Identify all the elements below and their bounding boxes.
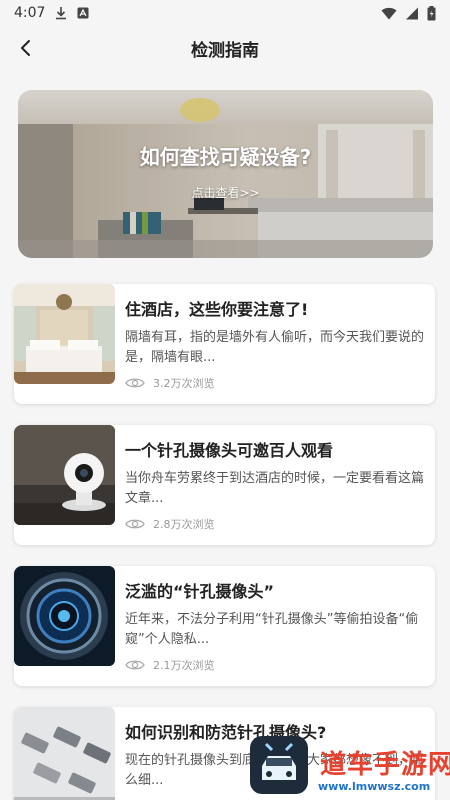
article-thumbnail [14,284,115,384]
watermark-brand: 道车手游网 [320,750,450,780]
article-title: 一个针孔摄像头可邀百人观看 [125,441,334,460]
signal-icon [405,7,419,20]
eye-icon [125,519,145,529]
view-count: 2.1万次浏览 [125,657,215,673]
wifi-icon [381,7,397,20]
guide-banner[interactable]: 如何查找可疑设备? 点击查看>> [18,90,433,258]
page-title: 检测指南 [191,40,259,61]
article-card[interactable]: 泛滥的“针孔摄像头” 近年来，不法分子利用“针孔摄像头”等偷拍设备“偷窥”个人隐… [14,566,435,686]
view-count-text: 2.1万次浏览 [153,659,215,672]
app-notification-icon [77,7,89,19]
article-thumbnail [14,425,115,525]
security-camera-photo [14,425,115,525]
article-summary: 近年来，不法分子利用“针孔摄像头”等偷拍设备“偷窥”个人隐私... [125,612,419,647]
article-card[interactable]: 住酒店，这些你要注意了! 隔墙有耳，指的是墙外有人偷听，而今天我们要说的是，隔墙… [14,284,435,404]
eye-icon [125,660,145,670]
cctv-cameras-photo [14,707,115,800]
watermark-logo-icon [250,736,308,794]
article-title: 住酒店，这些你要注意了! [125,300,309,319]
view-count-text: 3.2万次浏览 [153,377,215,390]
article-title: 泛滥的“针孔摄像头” [125,582,275,601]
article-summary: 当你舟车劳累终于到达酒店的时候，一定要看看这篇文章... [125,471,425,506]
battery-icon [427,5,436,21]
banner-text: 如何查找可疑设备? 点击查看>> [18,90,433,258]
camera-lens-photo [14,566,115,666]
article-card[interactable]: 一个针孔摄像头可邀百人观看 当你舟车劳累终于到达酒店的时候，一定要看看这篇文章.… [14,425,435,545]
hotel-room-photo [14,284,115,384]
view-count-text: 2.8万次浏览 [153,518,215,531]
back-button[interactable] [12,34,40,62]
download-icon [55,6,67,20]
view-count: 2.8万次浏览 [125,516,215,532]
article-summary: 隔墙有耳，指的是墙外有人偷听，而今天我们要说的是，隔墙有眼... [125,330,425,365]
site-watermark: 道车手游网 www.lmwwsz.com [250,736,450,800]
view-count: 3.2万次浏览 [125,375,215,391]
nav-bar: 检测指南 [0,26,450,70]
eye-icon [125,378,145,388]
watermark-url: www.lmwwsz.com [318,780,431,793]
chevron-left-icon [21,40,30,56]
status-time: 4:07 [14,5,46,21]
banner-link[interactable]: 点击查看>> [191,184,259,201]
article-thumbnail [14,566,115,666]
banner-title: 如何查找可疑设备? [139,145,312,169]
status-bar: 4:07 [0,0,450,26]
article-thumbnail [14,707,115,800]
